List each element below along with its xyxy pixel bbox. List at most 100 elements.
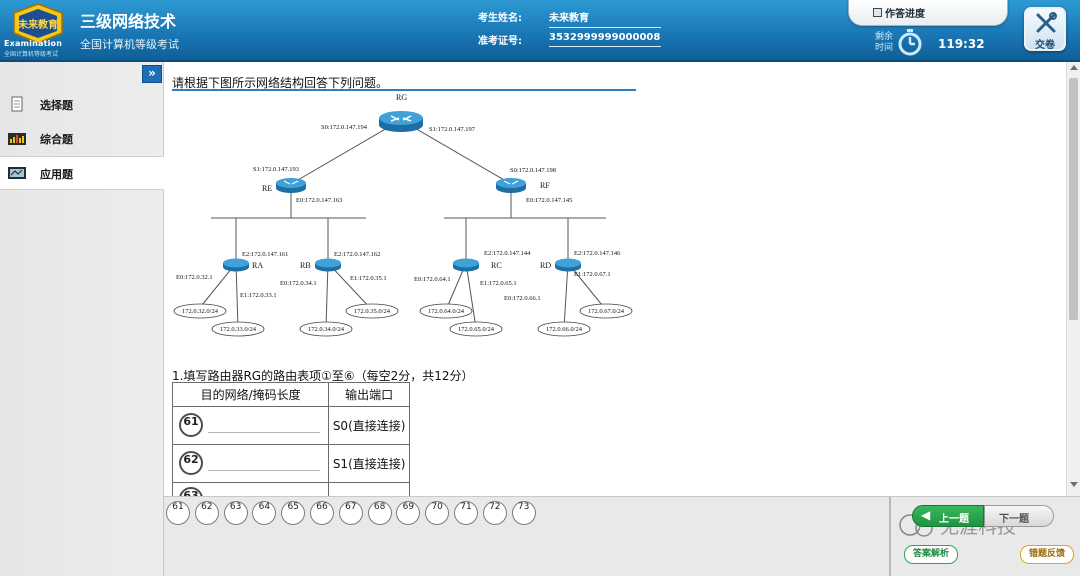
network-label: 172.0.64.0/24: [428, 308, 465, 315]
interface-label: E0:172.0.34.1: [280, 280, 317, 287]
router-name: RG: [396, 93, 407, 102]
router-name: RA: [252, 261, 263, 270]
question-number-button[interactable]: 72: [482, 501, 507, 525]
app-subtitle: 全国计算机等级考试: [80, 38, 179, 51]
arrow-left-icon: ◀: [921, 508, 931, 522]
interface-label: E1:172.0.33.1: [240, 292, 277, 299]
answer-input-line[interactable]: [208, 432, 320, 433]
router-re-icon: [276, 178, 306, 193]
scroll-down-arrow-icon[interactable]: [1070, 482, 1078, 487]
content-scrollbar[interactable]: [1066, 62, 1080, 496]
progress-icon: [873, 8, 882, 17]
chart-icon: [8, 133, 26, 145]
answer-input-line[interactable]: [208, 470, 320, 471]
table-row: 63 S0: [171, 482, 410, 496]
sidebar-item-application[interactable]: 应用题: [0, 156, 164, 190]
ticket-number-value: 3532999999000008: [549, 32, 661, 47]
next-label: 下一题: [999, 514, 1029, 525]
header-bar: 未来教育 Examination 全国计算机等级考试 三级网络技术 全国计算机等…: [0, 0, 1080, 62]
answer-cell[interactable]: 62: [171, 444, 330, 483]
sidebar-item-label: 综合题: [40, 133, 73, 146]
submit-exam-button[interactable]: 交卷: [1024, 7, 1066, 51]
question-number-button[interactable]: 65: [281, 501, 306, 525]
interface-label: E2:172.0.147.161: [242, 251, 288, 258]
answer-cell[interactable]: 63: [171, 482, 330, 496]
interface-label: S0:172.0.147.198: [510, 167, 556, 174]
network-label: 172.0.66.0/24: [546, 326, 583, 333]
document-icon: [11, 96, 23, 112]
route-table: 目的网络/掩码长度 输出端口 61 S0(直接连接) 62 S1(直接连接) 6…: [171, 382, 410, 496]
answer-number-badge: 63: [179, 487, 203, 496]
table-header-port: 输出端口: [328, 382, 410, 407]
router-name: RC: [491, 261, 502, 270]
interface-label: E1:172.0.65.1: [480, 280, 517, 287]
router-name: RE: [262, 184, 272, 193]
question-number-button[interactable]: 68: [367, 501, 392, 525]
router-rc-icon: [453, 258, 479, 272]
network-label: 172.0.67.0/24: [588, 308, 625, 315]
exam-app: 未来教育 Examination 全国计算机等级考试 三级网络技术 全国计算机等…: [0, 0, 1080, 576]
logo-text: 未来教育: [17, 18, 58, 31]
answer-analysis-button[interactable]: 答案解析: [904, 545, 958, 564]
router-ra-icon: [223, 258, 249, 272]
port-cell: S0(直接连接): [328, 406, 410, 445]
question-number-button[interactable]: 61: [166, 501, 190, 525]
sidebar-item-comprehensive[interactable]: 综合题: [0, 122, 164, 156]
router-name: RB: [300, 261, 311, 270]
interface-label: E0:172.0.32.1: [176, 274, 213, 281]
timer-label: 剩余时间: [874, 32, 893, 53]
error-feedback-button[interactable]: 错题反馈: [1020, 545, 1074, 564]
previous-question-button[interactable]: ◀ 上一题: [912, 505, 984, 527]
previous-label: 上一题: [939, 514, 969, 525]
scroll-thumb[interactable]: [1069, 78, 1078, 320]
interface-label: E0:172.0.147.163: [296, 197, 342, 204]
router-name: RF: [540, 181, 550, 190]
interface-label: E0:172.0.147.145: [526, 197, 572, 204]
interface-label: E1:172.0.67.1: [574, 271, 611, 278]
interface-label: S1:172.0.147.193: [253, 166, 299, 173]
logo-subcaption: 全国计算机等级考试: [4, 51, 59, 57]
question-number-button[interactable]: 73: [511, 501, 536, 525]
router-rd-icon: [555, 258, 581, 272]
question-number-button[interactable]: 69: [396, 501, 421, 525]
question-number-button[interactable]: 67: [338, 501, 363, 525]
bottom-divider: [889, 497, 891, 576]
next-question-button[interactable]: 下一题: [984, 505, 1054, 527]
progress-label: 作答进度: [885, 9, 925, 20]
app-title: 三级网络技术: [80, 12, 177, 31]
question-number-button[interactable]: 64: [252, 501, 277, 525]
question-number-button[interactable]: 70: [425, 501, 450, 525]
question-title: 请根据下图所示网络结构回答下列问题。: [172, 74, 636, 91]
interface-label: E0:172.0.66.1: [504, 295, 541, 302]
monitor-icon: [8, 167, 26, 179]
network-label: 172.0.35.0/24: [354, 308, 391, 315]
stopwatch-icon: [898, 29, 922, 56]
interface-label: E2:172.0.147.146: [574, 250, 621, 257]
candidate-name-label: 考生姓名:: [478, 13, 522, 24]
network-topology-diagram: 172.0.32.0/24 172.0.33.0/24 172.0.34.0/2…: [173, 93, 633, 337]
router-rb-icon: [315, 258, 341, 272]
sidebar: » 选择题 综合题 应用题: [0, 62, 164, 576]
table-header-destination: 目的网络/掩码长度: [171, 382, 330, 407]
answer-number-badge: 62: [179, 451, 203, 475]
scroll-up-arrow-icon[interactable]: [1070, 65, 1078, 70]
progress-tab[interactable]: 作答进度: [848, 0, 1008, 26]
sidebar-collapse-button[interactable]: »: [142, 65, 162, 83]
sidebar-item-choice[interactable]: 选择题: [0, 88, 164, 122]
interface-label: E1:172.0.35.1: [350, 275, 387, 282]
table-header-row: 目的网络/掩码长度 输出端口: [171, 382, 410, 407]
table-row: 62 S1(直接连接): [171, 444, 410, 483]
timer-value: 119:32: [938, 37, 985, 51]
question-number-button[interactable]: 66: [310, 501, 334, 525]
port-cell: S1(直接连接): [328, 444, 410, 483]
interface-label: S0:172.0.147.194: [321, 124, 368, 131]
network-label: 172.0.32.0/24: [182, 308, 219, 315]
answer-cell[interactable]: 61: [171, 406, 330, 445]
question-number-button[interactable]: 63: [223, 501, 248, 525]
logo-caption: Examination: [4, 39, 63, 48]
network-label: 172.0.33.0/24: [220, 326, 257, 333]
question-number-button[interactable]: 62: [194, 501, 219, 525]
candidate-name-value: 未来教育: [549, 9, 661, 28]
question-number-button[interactable]: 71: [454, 501, 478, 525]
network-label: 172.0.65.0/24: [458, 326, 495, 333]
